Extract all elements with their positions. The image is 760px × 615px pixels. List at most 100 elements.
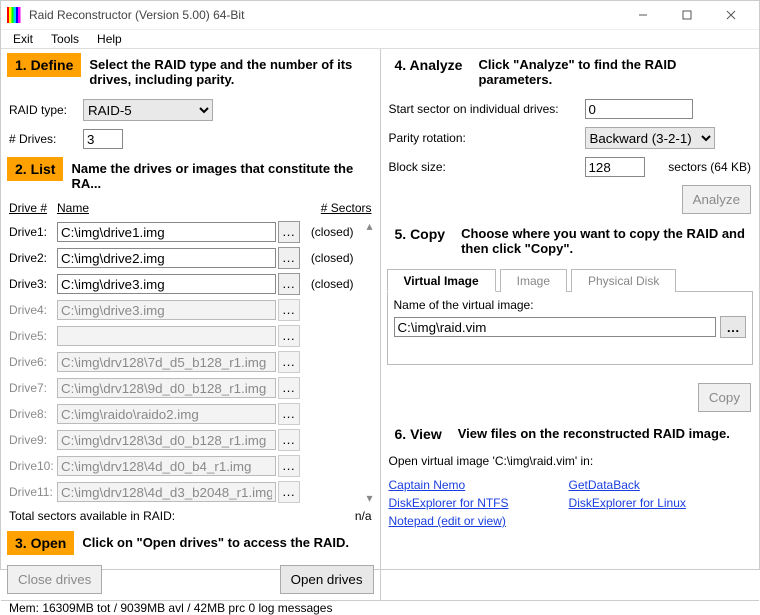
tab-image[interactable]: Image	[500, 269, 567, 292]
drive-sectors: (closed)	[300, 251, 356, 265]
col-name: Name	[57, 201, 302, 215]
virtual-image-name-label: Name of the virtual image:	[394, 298, 747, 312]
titlebar: Raid Reconstructor (Version 5.00) 64-Bit	[1, 1, 759, 30]
drive-path-input	[57, 482, 276, 502]
browse-drive-button: …	[278, 481, 300, 503]
section-define-label: 1. Define	[7, 53, 81, 77]
drive-row: Drive10: …	[1, 453, 360, 479]
col-drive: Drive #	[9, 201, 57, 215]
browse-drive-button: …	[278, 325, 300, 347]
block-size-label: Block size:	[389, 160, 579, 174]
drive-row: Drive9:…	[1, 427, 360, 453]
browse-drive-button: …	[278, 299, 300, 321]
section-define-desc: Select the RAID type and the number of i…	[89, 53, 373, 91]
section-list-label: 2. List	[7, 157, 63, 181]
drive-path-input	[57, 430, 276, 450]
parity-label: Parity rotation:	[389, 131, 579, 145]
menu-exit[interactable]: Exit	[7, 30, 39, 48]
browse-drive-button: …	[278, 403, 300, 425]
app-window: Raid Reconstructor (Version 5.00) 64-Bit…	[0, 0, 760, 570]
link-diskexplorer-ntfs[interactable]: DiskExplorer for NTFS	[389, 494, 509, 512]
drive-row-label: Drive1:	[9, 225, 57, 239]
browse-drive-button[interactable]: …	[278, 247, 300, 269]
close-drives-button[interactable]: Close drives	[7, 565, 102, 594]
section-analyze-desc: Click "Analyze" to find the RAID paramet…	[478, 53, 753, 91]
browse-drive-button: …	[278, 455, 300, 477]
browse-drive-button: …	[278, 351, 300, 373]
section-copy-desc: Choose where you want to copy the RAID a…	[461, 222, 753, 260]
block-size-input[interactable]	[585, 157, 645, 177]
status-bar: Mem: 16309MB tot / 9039MB avl / 42MB prc…	[1, 600, 759, 615]
section-analyze-label: 4. Analyze	[387, 53, 471, 77]
drive-path-input	[57, 404, 276, 424]
parity-rotation-select[interactable]: Backward (3-2-1)	[585, 127, 715, 149]
copy-button[interactable]: Copy	[698, 383, 751, 412]
drive-row-label: Drive11:	[9, 485, 57, 499]
drives-header: Drive # Name # Sectors	[1, 199, 380, 219]
raid-type-select[interactable]: RAID-5	[83, 99, 213, 121]
drives-list: Drive1:…(closed)Drive2:…(closed)Drive3:……	[1, 219, 360, 505]
minimize-button[interactable]	[621, 1, 665, 29]
browse-virtual-image-button[interactable]: …	[720, 316, 746, 338]
browse-drive-button[interactable]: …	[278, 273, 300, 295]
drive-path-input[interactable]	[57, 248, 276, 268]
drive-row-label: Drive3:	[9, 277, 57, 291]
drives-count-input[interactable]	[83, 129, 123, 149]
open-virtual-image-label: Open virtual image 'C:\img\raid.vim' in:	[389, 454, 594, 468]
menu-help[interactable]: Help	[91, 30, 128, 48]
drives-count-label: # Drives:	[9, 132, 77, 146]
drive-path-input	[57, 352, 276, 372]
drive-path-input	[57, 378, 276, 398]
tab-physical-disk[interactable]: Physical Disk	[571, 269, 676, 292]
section-view-desc: View files on the reconstructed RAID ima…	[458, 422, 730, 445]
drive-row-label: Drive10:	[9, 459, 57, 473]
drive-sectors: (closed)	[300, 277, 356, 291]
analyze-button[interactable]: Analyze	[682, 185, 751, 214]
link-getdataback[interactable]: GetDataBack	[569, 476, 686, 494]
start-sector-label: Start sector on individual drives:	[389, 102, 579, 116]
browse-drive-button: …	[278, 429, 300, 451]
menu-tools[interactable]: Tools	[45, 30, 85, 48]
drive-row-label: Drive6:	[9, 355, 57, 369]
app-logo	[7, 7, 23, 23]
maximize-button[interactable]	[665, 1, 709, 29]
scroll-up-icon[interactable]: ▴	[366, 219, 372, 233]
drive-row: Drive8: …	[1, 401, 360, 427]
drive-row: Drive5: …	[1, 323, 360, 349]
start-sector-input[interactable]	[585, 99, 693, 119]
link-captain-nemo[interactable]: Captain Nemo	[389, 476, 509, 494]
drive-row: Drive2:…(closed)	[1, 245, 360, 271]
tab-virtual-image[interactable]: Virtual Image	[387, 269, 496, 292]
section-open-label: 3. Open	[7, 531, 74, 555]
total-sectors-value: n/a	[355, 509, 372, 523]
drive-path-input	[57, 326, 276, 346]
close-button[interactable]	[709, 1, 753, 29]
drive-row: Drive4: …	[1, 297, 360, 323]
drive-path-input	[57, 300, 276, 320]
drive-path-input[interactable]	[57, 274, 276, 294]
link-notepad[interactable]: Notepad (edit or view)	[389, 512, 509, 530]
section-open-desc: Click on "Open drives" to access the RAI…	[82, 531, 349, 554]
copy-tabs: Virtual Image Image Physical Disk	[387, 268, 754, 292]
scrollbar[interactable]: ▴ ▾	[360, 219, 380, 505]
virtual-image-path-input[interactable]	[394, 317, 717, 337]
browse-drive-button[interactable]: …	[278, 221, 300, 243]
block-size-suffix: sectors (64 KB)	[651, 160, 752, 174]
section-copy-label: 5. Copy	[387, 222, 454, 246]
link-diskexplorer-linux[interactable]: DiskExplorer for Linux	[569, 494, 686, 512]
drive-sectors: (closed)	[300, 225, 356, 239]
scroll-down-icon[interactable]: ▾	[366, 491, 372, 505]
drive-row-label: Drive5:	[9, 329, 57, 343]
browse-drive-button: …	[278, 377, 300, 399]
drive-row-label: Drive8:	[9, 407, 57, 421]
total-sectors-label: Total sectors available in RAID:	[9, 509, 355, 523]
section-view-label: 6. View	[387, 422, 450, 446]
drive-path-input[interactable]	[57, 222, 276, 242]
menubar: Exit Tools Help	[1, 30, 759, 49]
drive-row: Drive11: …	[1, 479, 360, 505]
col-sectors: # Sectors	[302, 201, 372, 215]
drive-row-label: Drive4:	[9, 303, 57, 317]
window-title: Raid Reconstructor (Version 5.00) 64-Bit	[29, 8, 621, 22]
open-drives-button[interactable]: Open drives	[280, 565, 374, 594]
drive-row: Drive7:…	[1, 375, 360, 401]
